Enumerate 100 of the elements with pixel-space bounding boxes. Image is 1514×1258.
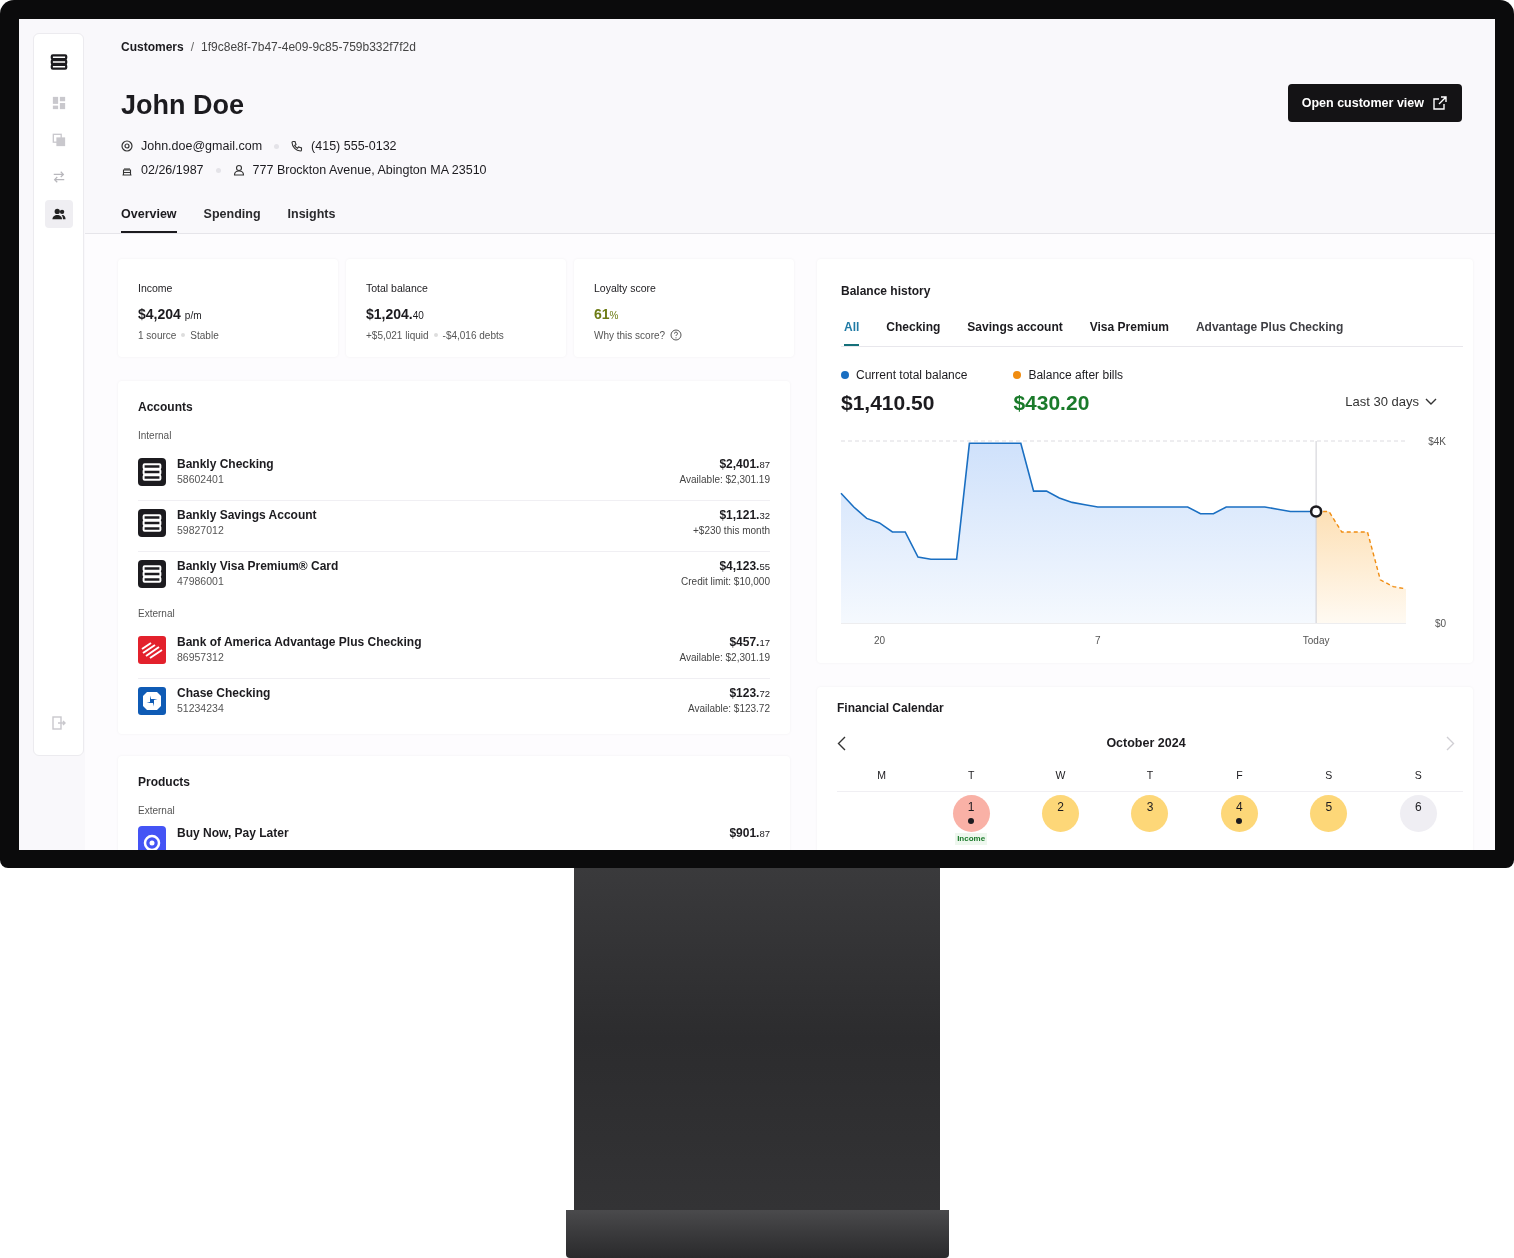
striped-flag-icon xyxy=(138,635,166,664)
customer-email: John.doe@gmail.com xyxy=(141,137,263,155)
stat-value: $4,204 p/m xyxy=(138,304,203,324)
customer-address: 777 Brockton Avenue, Abington MA 23510 xyxy=(252,161,487,179)
month-title: October 2024 xyxy=(1106,734,1186,752)
account-row[interactable]: Bankly Checking 58602401 $2,401.87 Available: $2,301.19 xyxy=(138,449,770,501)
bank-logo-icon xyxy=(138,560,166,589)
chart-tab[interactable]: Advantage Plus Checking xyxy=(1195,317,1344,346)
group-label: External xyxy=(138,803,176,818)
account-number: 51234234 xyxy=(177,701,225,717)
account-balance: $901.87 xyxy=(729,825,770,841)
customer-birthdate: 02/26/1987 xyxy=(141,161,204,179)
account-number: 86957312 xyxy=(177,649,225,665)
stat-value: 61% xyxy=(594,304,620,324)
tab[interactable]: Spending xyxy=(203,205,261,233)
calendar-day[interactable]: 5 xyxy=(1310,795,1348,833)
account-name: Bank of America Advantage Plus Checking xyxy=(177,634,423,650)
calendar-day[interactable]: 3 xyxy=(1131,795,1169,833)
dashboard-icon xyxy=(51,96,66,110)
external-link-icon xyxy=(1432,95,1448,111)
group-label: Internal xyxy=(138,428,173,443)
stat-note: +$5,021 liquid xyxy=(366,328,429,343)
logout-icon xyxy=(51,716,66,730)
y-axis-label: $4K xyxy=(1428,436,1446,448)
octagon-logo-icon xyxy=(138,687,166,716)
phone-icon xyxy=(291,140,304,152)
calendar-day[interactable]: 1 xyxy=(952,795,990,833)
account-row[interactable]: Bank of America Advantage Plus Checking 86957312 $457.17 Available: $2,301.19 xyxy=(138,627,770,679)
copy-icon xyxy=(51,133,66,147)
account-balance: $457.17 xyxy=(729,634,770,650)
stat-value: $1,204.40 xyxy=(366,304,425,324)
legend-label: Current total balance xyxy=(856,366,968,384)
customer-name: John Doe xyxy=(121,89,245,122)
account-number: 58602401 xyxy=(177,471,225,487)
breadcrumb-link[interactable]: Customers xyxy=(121,38,184,56)
date-range-dropdown[interactable]: Last 30 days xyxy=(1345,391,1437,412)
tab[interactable]: Overview xyxy=(121,205,177,233)
person-icon xyxy=(232,164,245,176)
calendar-day[interactable]: 2 xyxy=(1042,795,1080,833)
account-name: Bankly Checking xyxy=(177,456,275,472)
chart-tab[interactable]: All xyxy=(844,317,860,346)
stat-note: -$4,016 debts xyxy=(442,328,504,343)
tab[interactable]: Insights xyxy=(287,205,336,233)
x-axis-label: 20 xyxy=(873,635,886,647)
account-detail: +$230 this month xyxy=(693,523,770,538)
bank-logo-icon xyxy=(138,457,166,486)
total-balance: $1,410.50 xyxy=(841,389,936,416)
account-name: Bankly Savings Account xyxy=(177,507,318,523)
x-axis-label: 7 xyxy=(1095,635,1101,647)
section-title: Balance history xyxy=(841,282,932,300)
transfer-arrows-icon xyxy=(51,170,66,184)
stat-label: Total balance xyxy=(366,280,429,296)
chevron-down-icon xyxy=(1425,397,1437,406)
x-axis-label: Today xyxy=(1302,635,1330,647)
account-row[interactable]: Bankly Savings Account 59827012 $1,121.32 +$230 this month xyxy=(138,500,770,552)
weekday-label: S xyxy=(1413,767,1423,783)
stat-note: 1 source xyxy=(138,328,177,343)
y-axis-label: $0 xyxy=(1434,618,1446,630)
account-row[interactable]: Buy Now, Pay Later $901.87 xyxy=(138,824,770,850)
chevron-left-icon xyxy=(837,735,846,751)
account-detail: Available: $123.72 xyxy=(687,702,770,717)
section-title: Financial Calendar xyxy=(837,699,945,717)
calendar-day[interactable]: 6 xyxy=(1399,795,1437,833)
stat-label: Loyalty score xyxy=(594,280,657,296)
account-name: Buy Now, Pay Later xyxy=(177,825,290,841)
account-row[interactable]: Bankly Visa Premium® Card 47986001 $4,123.55 Credit limit: $10,000 xyxy=(138,551,770,603)
breadcrumb-separator: / xyxy=(190,39,195,56)
account-detail: Available: $2,301.19 xyxy=(679,472,770,487)
chart-tab[interactable]: Visa Premium xyxy=(1089,317,1169,346)
group-label: External xyxy=(138,606,176,621)
score-help-link[interactable]: Why this score? xyxy=(594,327,666,343)
weekday-label: T xyxy=(966,767,976,783)
account-row[interactable]: Chase Checking 51234234 $123.72 Available: $123.72 xyxy=(138,678,770,730)
account-balance: $123.72 xyxy=(729,686,770,702)
stat-label: Income xyxy=(138,280,174,296)
customer-phone: (415) 555-0132 xyxy=(311,137,397,155)
account-balance: $1,121.32 xyxy=(719,507,770,523)
after-bills-balance: $430.20 xyxy=(1013,389,1091,416)
account-number: 59827012 xyxy=(177,522,225,538)
chevron-right-icon xyxy=(1446,735,1455,751)
account-name: Bankly Visa Premium® Card xyxy=(177,559,340,575)
weekday-label: T xyxy=(1145,767,1155,783)
customer-id: 1f9c8e8f-7b47-4e09-9c85-759b332f7f2d xyxy=(201,39,416,56)
weekday-label: M xyxy=(876,767,888,783)
sidebar-item[interactable] xyxy=(44,200,73,228)
open-customer-view-button[interactable]: Open customer view xyxy=(1287,84,1462,122)
weekday-label: F xyxy=(1235,767,1244,783)
account-name: Chase Checking xyxy=(177,686,272,702)
bank-logo-icon xyxy=(138,508,166,537)
users-icon xyxy=(51,207,66,221)
account-detail: Available: $2,301.19 xyxy=(679,650,770,665)
chart-tab[interactable]: Checking xyxy=(886,317,941,346)
legend-label: Balance after bills xyxy=(1028,366,1124,384)
today-marker[interactable] xyxy=(1309,505,1323,519)
stat-note: Stable xyxy=(190,328,219,343)
account-number: 47986001 xyxy=(177,574,225,590)
calendar-day[interactable]: 4 xyxy=(1220,795,1258,833)
weekday-label: S xyxy=(1324,767,1334,783)
chart-tab[interactable]: Savings account xyxy=(967,317,1063,346)
at-sign-icon xyxy=(121,140,133,152)
